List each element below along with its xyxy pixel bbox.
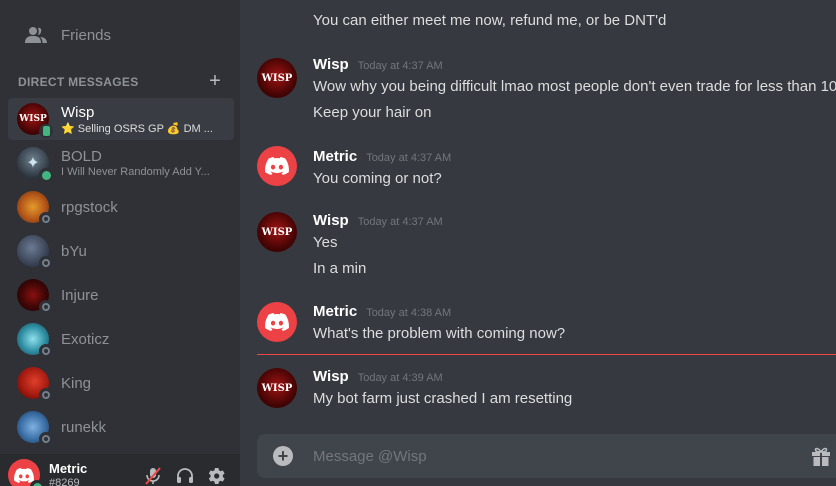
- message-author[interactable]: Metric: [313, 148, 357, 165]
- message-text: In a min: [313, 260, 367, 277]
- avatar: [17, 191, 53, 226]
- message-avatar[interactable]: WISP: [257, 212, 297, 252]
- message-header: Metric Today at 4:38 AM: [313, 303, 451, 320]
- dm-item-king[interactable]: King: [8, 362, 234, 404]
- dm-name: rpgstock: [61, 198, 118, 216]
- offline-status-icon: [39, 388, 53, 402]
- dm-name: King: [61, 374, 92, 392]
- message-author[interactable]: Wisp: [313, 56, 349, 73]
- dm-item-exoticz[interactable]: Exoticz: [8, 318, 234, 360]
- gift-icon[interactable]: [810, 445, 832, 467]
- dm-name: runekk: [61, 418, 107, 436]
- avatar: [17, 235, 53, 270]
- user-discriminator: #8269: [49, 477, 80, 486]
- message-author[interactable]: Metric: [313, 303, 357, 320]
- user-avatar[interactable]: [8, 459, 44, 486]
- dm-custom-status: I Will Never Randomly Add Y...: [61, 166, 210, 178]
- message-header: Metric Today at 4:37 AM: [313, 148, 451, 165]
- mute-mic-icon[interactable]: [141, 464, 165, 486]
- offline-status-icon: [39, 256, 53, 270]
- discord-logo-icon: [265, 157, 289, 175]
- headphones-icon[interactable]: [173, 464, 197, 486]
- dm-custom-status: ⭐ Selling OSRS GP 💰 DM ...: [61, 122, 213, 135]
- online-status-icon: [30, 480, 44, 486]
- message-avatar[interactable]: WISP: [257, 368, 297, 408]
- message-text: You can either meet me now, refund me, o…: [313, 12, 667, 29]
- offline-status-icon: [39, 300, 53, 314]
- dm-item-wisp[interactable]: WISP Wisp ⭐ Selling OSRS GP 💰 DM ...: [8, 98, 234, 140]
- avatar: ✦: [17, 147, 53, 182]
- direct-messages-title: DIRECT MESSAGES: [18, 75, 139, 89]
- message-text: You coming or not?: [313, 170, 442, 187]
- chat-area: You can either meet me now, refund me, o…: [240, 0, 836, 486]
- offline-status-icon: [39, 344, 53, 358]
- dm-item-bold[interactable]: ✦ BOLD I Will Never Randomly Add Y...: [8, 142, 234, 184]
- message-avatar[interactable]: [257, 302, 297, 342]
- message-text: Yes: [313, 234, 338, 251]
- avatar: [17, 323, 53, 358]
- dm-name: Injure: [61, 286, 99, 304]
- dm-item-byu[interactable]: bYu: [8, 230, 234, 272]
- dm-sidebar: Friends DIRECT MESSAGES + WISP Wisp ⭐ Se…: [0, 0, 240, 486]
- avatar: [17, 367, 53, 402]
- discord-logo-icon: [265, 313, 289, 331]
- avatar: WISP: [17, 103, 53, 138]
- friends-label: Friends: [61, 26, 112, 44]
- avatar: [17, 411, 53, 446]
- message-header: Wisp Today at 4:39 AM: [313, 368, 443, 385]
- user-panel: Metric #8269: [0, 454, 240, 486]
- dm-item-rpgstock[interactable]: rpgstock: [8, 186, 234, 228]
- message-text: What's the problem with coming now?: [313, 325, 566, 342]
- avatar: [17, 279, 53, 314]
- friends-nav-item[interactable]: Friends: [8, 18, 232, 52]
- add-attachment-icon[interactable]: +: [273, 446, 293, 466]
- dm-item-injure[interactable]: Injure: [8, 274, 234, 316]
- message-input[interactable]: [313, 445, 793, 467]
- dm-name: Wisp: [61, 103, 95, 121]
- friends-icon: [22, 26, 50, 44]
- message-author[interactable]: Wisp: [313, 212, 349, 229]
- online-status-icon: [39, 168, 53, 182]
- dm-name: bYu: [61, 242, 87, 260]
- message-timestamp: Today at 4:38 AM: [366, 307, 452, 319]
- message-text: Wow why you being difficult lmao most pe…: [313, 78, 836, 95]
- username: Metric: [49, 461, 88, 476]
- mobile-status-icon: [39, 124, 53, 138]
- message-text: Keep your hair on: [313, 104, 432, 121]
- message-header: Wisp Today at 4:37 AM: [313, 212, 443, 229]
- create-dm-plus-icon[interactable]: +: [206, 71, 224, 91]
- message-timestamp: Today at 4:37 AM: [357, 60, 443, 72]
- message-timestamp: Today at 4:37 AM: [357, 216, 443, 228]
- message-timestamp: Today at 4:39 AM: [357, 372, 443, 384]
- offline-status-icon: [39, 432, 53, 446]
- message-avatar[interactable]: [257, 146, 297, 186]
- new-messages-divider: [257, 354, 836, 355]
- gear-icon[interactable]: [205, 464, 229, 486]
- message-header: Wisp Today at 4:37 AM: [313, 56, 443, 73]
- discord-logo-icon: [14, 467, 34, 483]
- offline-status-icon: [39, 212, 53, 226]
- message-composer: +: [257, 434, 836, 478]
- message-text: My bot farm just crashed I am resetting: [313, 390, 573, 407]
- dm-name: Exoticz: [61, 330, 110, 348]
- dm-item-runekk[interactable]: runekk: [8, 406, 234, 448]
- dm-name: BOLD: [61, 148, 102, 165]
- message-avatar[interactable]: WISP: [257, 58, 297, 98]
- message-author[interactable]: Wisp: [313, 368, 349, 385]
- direct-messages-header: DIRECT MESSAGES +: [0, 71, 240, 91]
- message-timestamp: Today at 4:37 AM: [366, 152, 452, 164]
